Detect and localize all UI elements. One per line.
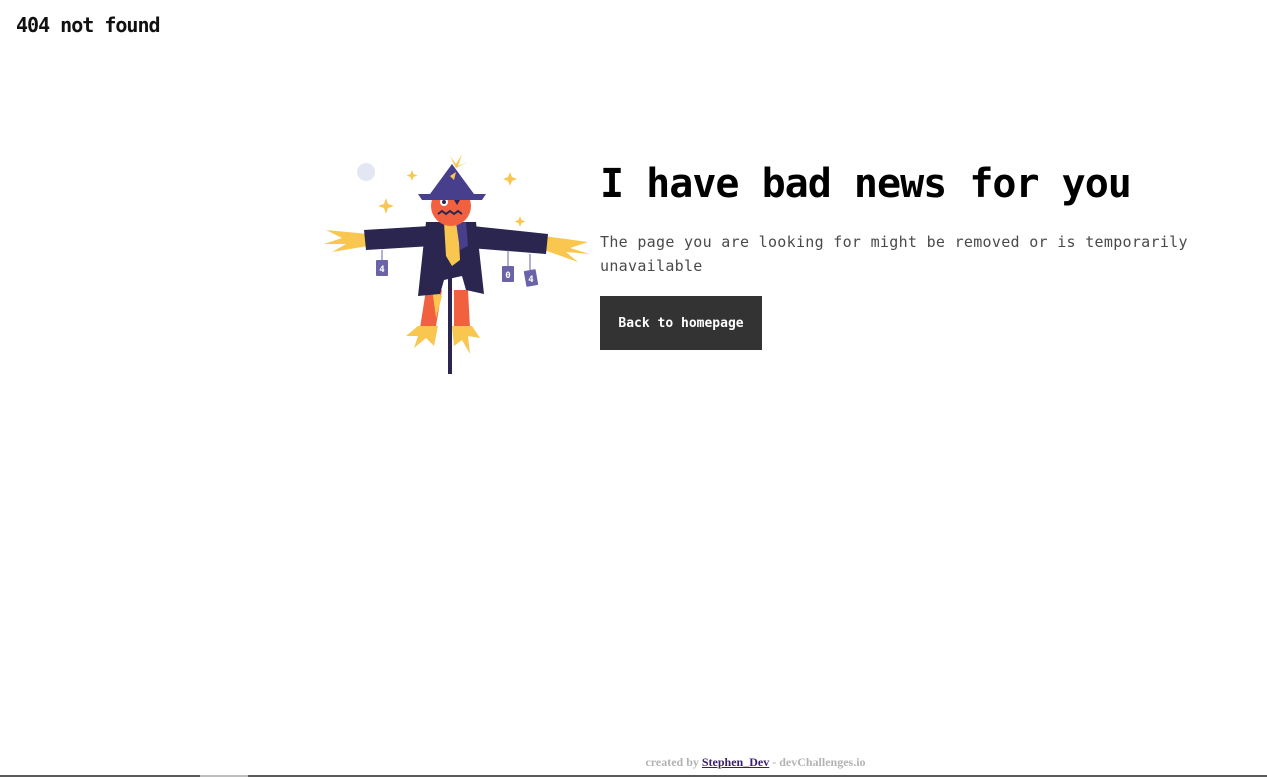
footer-prefix: created by <box>645 755 702 769</box>
pole <box>448 278 452 374</box>
page-title: I have bad news for you <box>600 161 1132 207</box>
scarecrow-illustration: 4 0 4 <box>322 150 594 376</box>
site-title: 404 not found <box>16 13 161 37</box>
can-label: 4 <box>528 275 534 285</box>
error-message: The page you are looking for might be re… <box>600 233 1188 275</box>
footer: created by Stephen_Dev - devChallenges.i… <box>0 755 1267 770</box>
back-to-homepage-button[interactable]: Back to homepage <box>600 296 762 350</box>
moon-icon <box>357 163 375 181</box>
footer-suffix: - devChallenges.io <box>769 755 866 769</box>
author-link[interactable]: Stephen_Dev <box>702 755 769 769</box>
can-label: 4 <box>379 265 385 275</box>
error-content: I have bad news for you The page you are… <box>600 158 1200 350</box>
can-label: 0 <box>505 271 510 281</box>
